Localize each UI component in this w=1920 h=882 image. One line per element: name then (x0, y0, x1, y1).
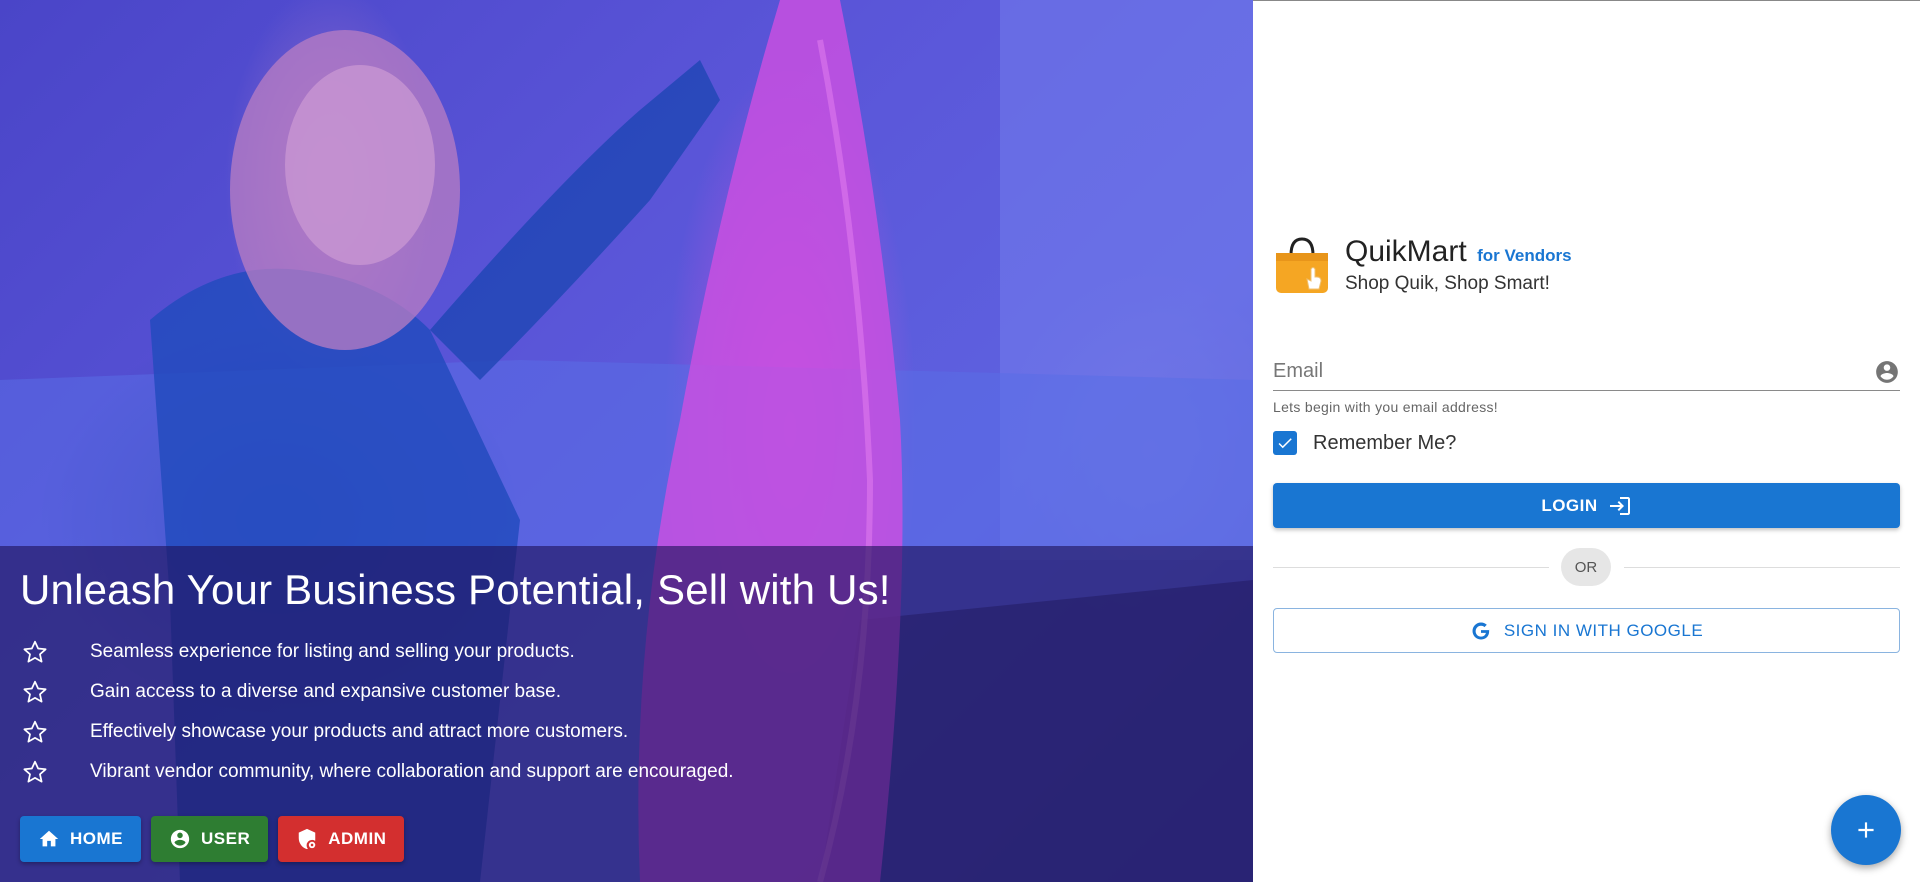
email-hint: Lets begin with you email address! (1273, 399, 1498, 415)
add-fab-button[interactable] (1831, 795, 1901, 865)
user-button-label: USER (201, 829, 251, 848)
feature-item: Seamless experience for listing and sell… (20, 632, 1240, 672)
feature-list: Seamless experience for listing and sell… (20, 632, 1240, 792)
remember-me-checkbox[interactable] (1273, 431, 1297, 455)
account-circle-icon (170, 829, 190, 849)
brand-header: QuikMart for Vendors Shop Quik, Shop Sma… (1273, 235, 1572, 295)
home-icon (39, 830, 59, 847)
or-chip: OR (1561, 548, 1611, 586)
email-input[interactable] (1273, 353, 1900, 391)
brand-vendor-tag: for Vendors (1477, 246, 1572, 265)
feature-text: Vibrant vendor community, where collabor… (90, 761, 734, 782)
check-icon (1278, 438, 1292, 449)
hero-title: Unleash Your Business Potential, Sell wi… (20, 566, 891, 613)
hero-section: Unleash Your Business Potential, Sell wi… (0, 0, 1253, 882)
feature-item: Vibrant vendor community, where collabor… (20, 752, 1240, 792)
star-icon (20, 639, 50, 665)
feature-item: Effectively showcase your products and a… (20, 712, 1240, 752)
role-buttons: HOME USER ADMIN (20, 816, 1240, 862)
google-signin-label: SIGN IN WITH GOOGLE (1503, 620, 1704, 640)
home-button[interactable]: HOME (20, 816, 141, 862)
login-icon (1609, 496, 1630, 515)
login-panel: QuikMart for Vendors Shop Quik, Shop Sma… (1253, 0, 1920, 882)
divider-line (1273, 567, 1549, 568)
feature-item: Gain access to a diverse and expansive c… (20, 672, 1240, 712)
email-field: Lets begin with you email address! (1273, 353, 1900, 415)
admin-shield-icon (298, 828, 316, 850)
or-divider: OR (1273, 547, 1900, 587)
remember-me-label[interactable]: Remember Me? (1313, 432, 1456, 455)
feature-text: Gain access to a diverse and expansive c… (90, 681, 562, 702)
home-button-label: HOME (70, 829, 123, 848)
page: Unleash Your Business Potential, Sell wi… (0, 0, 1920, 882)
login-button-label: LOGIN (1541, 495, 1598, 515)
brand-name: QuikMart (1345, 235, 1467, 268)
remember-me: Remember Me? (1273, 431, 1456, 455)
feature-text: Seamless experience for listing and sell… (90, 641, 575, 662)
google-icon (1472, 622, 1490, 639)
login-button[interactable]: LOGIN (1273, 483, 1900, 528)
divider-line (1624, 567, 1900, 568)
star-icon (20, 679, 50, 705)
plus-icon (1858, 822, 1874, 838)
brand-tagline: Shop Quik, Shop Smart! (1345, 273, 1550, 294)
feature-text: Effectively showcase your products and a… (90, 721, 629, 742)
star-icon (20, 759, 50, 785)
hero-content: Unleash Your Business Potential, Sell wi… (20, 566, 1240, 862)
star-icon (20, 719, 50, 745)
user-button[interactable]: USER (151, 816, 269, 862)
shopping-bag-logo-icon (1276, 237, 1328, 293)
google-signin-button[interactable]: SIGN IN WITH GOOGLE (1273, 608, 1900, 653)
admin-button[interactable]: ADMIN (278, 816, 405, 862)
admin-button-label: ADMIN (328, 829, 387, 848)
account-circle-icon (1874, 359, 1900, 390)
brand-text: QuikMart for Vendors Shop Quik, Shop Sma… (1345, 235, 1572, 295)
